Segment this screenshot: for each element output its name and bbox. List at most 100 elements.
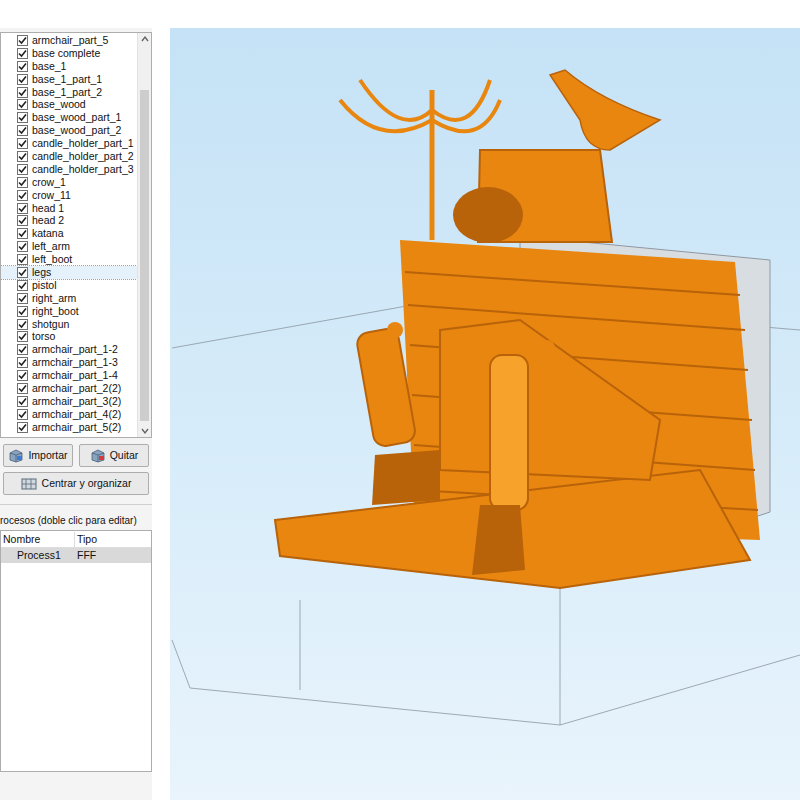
cube-icon xyxy=(90,449,106,463)
check-icon xyxy=(18,216,27,225)
model-render-icon xyxy=(170,28,800,800)
object-list-item[interactable]: armchair_part_4(2) xyxy=(1,408,137,421)
checkbox[interactable] xyxy=(17,125,28,136)
scroll-up-icon[interactable] xyxy=(140,33,150,45)
checkbox[interactable] xyxy=(17,409,28,420)
object-list-item[interactable]: left_arm xyxy=(1,240,137,253)
checkbox[interactable] xyxy=(17,254,28,265)
check-icon xyxy=(18,139,27,148)
check-icon xyxy=(18,165,27,174)
object-list-item[interactable]: armchair_part_1-2 xyxy=(1,343,137,356)
object-list-item[interactable]: base complete xyxy=(1,47,137,60)
checkbox[interactable] xyxy=(17,396,28,407)
object-list-item[interactable]: base_wood xyxy=(1,98,137,111)
checkbox[interactable] xyxy=(17,112,28,123)
check-icon xyxy=(18,397,27,406)
check-icon xyxy=(18,294,27,303)
top-bar xyxy=(0,0,800,28)
checkbox[interactable] xyxy=(17,215,28,226)
checkbox[interactable] xyxy=(17,138,28,149)
object-list-item[interactable]: katana xyxy=(1,227,137,240)
object-list-item[interactable]: pistol xyxy=(1,279,137,292)
checkbox[interactable] xyxy=(17,99,28,110)
checkbox[interactable] xyxy=(17,306,28,317)
object-list-item[interactable]: right_arm xyxy=(1,292,137,305)
object-list-item[interactable]: torso xyxy=(1,330,137,343)
object-list-item[interactable]: candle_holder_part_3 xyxy=(1,163,137,176)
check-icon xyxy=(18,371,27,380)
3d-viewport[interactable] xyxy=(170,28,800,800)
checkbox[interactable] xyxy=(17,422,28,433)
center-arrange-button[interactable]: Centrar y organizar xyxy=(3,472,149,495)
object-list-item[interactable]: legs xyxy=(1,266,137,279)
object-list-item[interactable]: armchair_part_5 xyxy=(1,34,137,47)
check-icon xyxy=(18,332,27,341)
object-list-item[interactable]: armchair_part_1-3 xyxy=(1,356,137,369)
object-list-item[interactable]: candle_holder_part_2 xyxy=(1,150,137,163)
object-list-item[interactable]: armchair_part_2(2) xyxy=(1,382,137,395)
check-icon xyxy=(18,307,27,316)
object-list-item[interactable]: base_wood_part_2 xyxy=(1,124,137,137)
check-icon xyxy=(18,281,27,290)
checkbox[interactable] xyxy=(17,357,28,368)
object-list-item[interactable]: crow_11 xyxy=(1,189,137,202)
checkbox[interactable] xyxy=(17,344,28,355)
object-list-item[interactable]: head 2 xyxy=(1,214,137,227)
check-icon xyxy=(18,36,27,45)
checkbox[interactable] xyxy=(17,164,28,175)
check-icon xyxy=(18,204,27,213)
checkbox[interactable] xyxy=(17,48,28,59)
object-list-item[interactable]: left_boot xyxy=(1,253,137,266)
check-icon xyxy=(18,345,27,354)
checkbox[interactable] xyxy=(17,228,28,239)
process-row[interactable]: Process1FFF xyxy=(1,548,151,563)
object-list-item[interactable]: shotgun xyxy=(1,318,137,331)
remove-button[interactable]: Quitar xyxy=(79,444,149,467)
checkbox[interactable] xyxy=(17,203,28,214)
checkbox[interactable] xyxy=(17,267,28,278)
checkbox[interactable] xyxy=(17,151,28,162)
checkbox[interactable] xyxy=(17,177,28,188)
checkbox[interactable] xyxy=(17,74,28,85)
import-button[interactable]: Importar xyxy=(3,444,73,467)
scroll-down-icon[interactable] xyxy=(140,425,150,437)
object-list-item[interactable]: base_wood_part_1 xyxy=(1,111,137,124)
checkbox[interactable] xyxy=(17,35,28,46)
column-header[interactable]: Tipo xyxy=(75,532,151,547)
check-icon xyxy=(18,320,27,329)
checkbox[interactable] xyxy=(17,190,28,201)
checkbox[interactable] xyxy=(17,370,28,381)
object-list-item[interactable]: right_boot xyxy=(1,305,137,318)
check-icon xyxy=(18,100,27,109)
object-list-item[interactable]: crow_1 xyxy=(1,176,137,189)
checkbox[interactable] xyxy=(17,241,28,252)
scroll-thumb[interactable] xyxy=(140,90,149,421)
left-panel: armchair_part_5base completebase_1base_1… xyxy=(0,28,152,800)
object-list-item[interactable]: armchair_part_3(2) xyxy=(1,395,137,408)
object-list-item[interactable]: base_1_part_1 xyxy=(1,73,137,86)
object-list-item[interactable]: armchair_part_1-4 xyxy=(1,369,137,382)
check-icon xyxy=(18,113,27,122)
process-cell: Process1 xyxy=(1,548,75,563)
checkbox[interactable] xyxy=(17,61,28,72)
check-icon xyxy=(18,410,27,419)
check-icon xyxy=(18,358,27,367)
object-list-item[interactable]: base_1_part_2 xyxy=(1,86,137,99)
cube-icon xyxy=(8,449,24,463)
object-list-item[interactable]: candle_holder_part_1 xyxy=(1,137,137,150)
object-list-item[interactable]: armchair_part_5(2) xyxy=(1,421,137,434)
check-icon xyxy=(18,229,27,238)
checkbox[interactable] xyxy=(17,293,28,304)
checkbox[interactable] xyxy=(17,331,28,342)
scrollbar[interactable] xyxy=(137,33,151,437)
checkbox[interactable] xyxy=(17,319,28,330)
check-icon xyxy=(18,384,27,393)
process-cell: FFF xyxy=(75,548,151,563)
checkbox[interactable] xyxy=(17,383,28,394)
column-header[interactable]: Nombre xyxy=(1,532,75,547)
object-list-item[interactable]: base_1 xyxy=(1,60,137,73)
checkbox[interactable] xyxy=(17,87,28,98)
object-list-item[interactable]: head 1 xyxy=(1,202,137,215)
checkbox[interactable] xyxy=(17,280,28,291)
check-icon xyxy=(18,178,27,187)
